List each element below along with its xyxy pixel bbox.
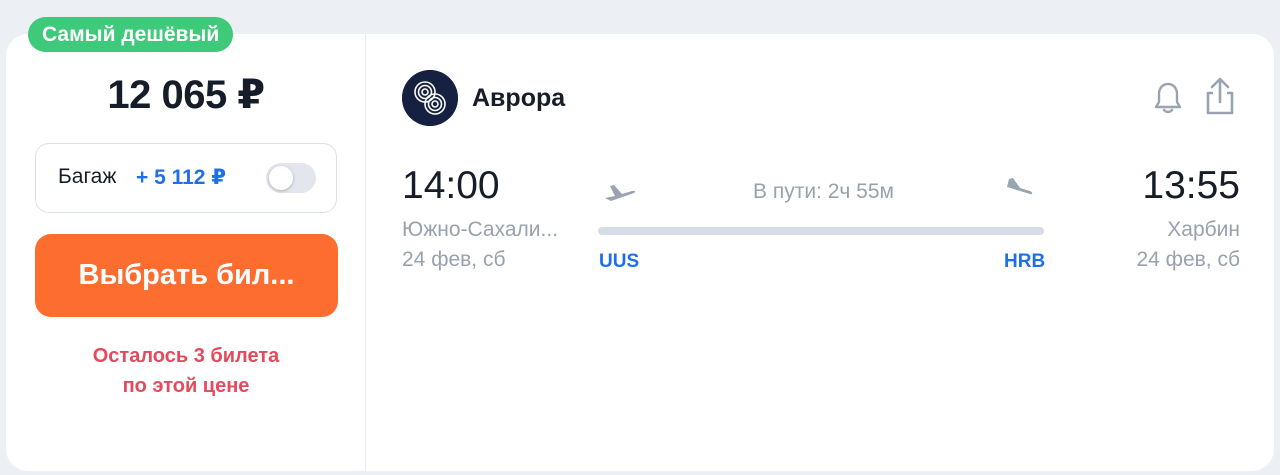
- baggage-price: + 5 112 ₽: [136, 166, 226, 189]
- arrival-airport-code: HRB: [1004, 251, 1046, 272]
- baggage-toggle[interactable]: [266, 163, 316, 193]
- baggage-option[interactable]: Багаж + 5 112 ₽: [35, 143, 337, 213]
- arrival-time: 13:55: [1142, 164, 1240, 207]
- takeoff-icon: [605, 185, 636, 201]
- departure-airport-code: UUS: [599, 251, 640, 272]
- cheapest-badge: Самый дешёвый: [28, 17, 234, 52]
- ticket-card: 12 065 ₽ Багаж + 5 112 ₽ Выбрать бил... …: [6, 34, 1274, 471]
- ticket-price: 12 065 ₽: [107, 73, 265, 117]
- flight-duration: В пути: 2ч 55м: [753, 180, 894, 203]
- departure-time: 14:00: [402, 164, 500, 207]
- arrival-date: 24 фев, сб: [1136, 248, 1240, 271]
- toggle-knob: [269, 166, 293, 190]
- airline-name: Аврора: [472, 84, 566, 112]
- tickets-left-notice: Осталось 3 билета по этой цене: [6, 341, 366, 401]
- departure-date: 24 фев, сб: [402, 248, 506, 271]
- baggage-label: Багаж: [58, 165, 117, 188]
- notice-line-1: Осталось 3 билета: [92, 345, 280, 367]
- notice-line-2: по этой цене: [122, 375, 250, 397]
- arrival-city: Харбин: [1167, 218, 1240, 241]
- landing-icon: [1007, 178, 1033, 195]
- route-line: [598, 227, 1044, 235]
- departure-city: Южно-Сахали...: [402, 218, 559, 241]
- price-panel: 12 065 ₽ Багаж + 5 112 ₽ Выбрать бил... …: [6, 34, 366, 471]
- aurora-logo-icon: [402, 70, 458, 126]
- share-icon[interactable]: [1204, 76, 1236, 116]
- bell-icon[interactable]: [1153, 80, 1183, 116]
- select-ticket-button[interactable]: Выбрать бил...: [35, 234, 338, 317]
